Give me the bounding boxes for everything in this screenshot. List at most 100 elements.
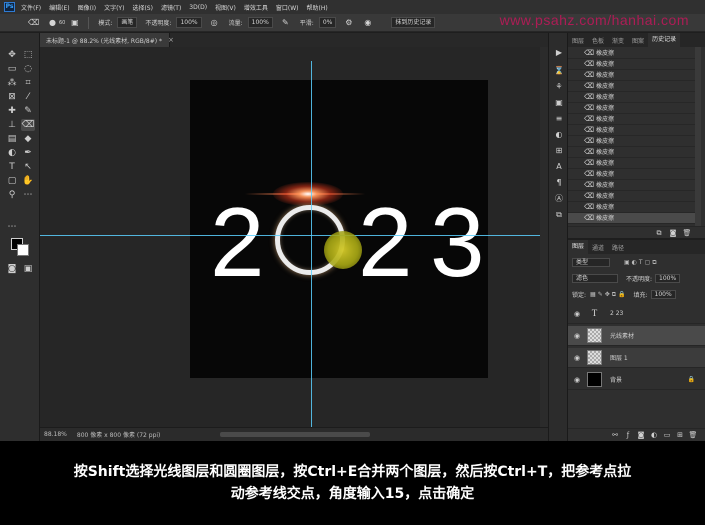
adjustment-layer-icon[interactable]: ◐	[649, 430, 659, 440]
quick-mask-icon[interactable]: ◙	[5, 263, 19, 275]
new-document-from-state-icon[interactable]: ⧉	[654, 228, 664, 238]
history-item[interactable]: ⌫ 橡皮擦	[568, 48, 696, 59]
layer-row-background[interactable]: ◉ 背景 🔒	[568, 370, 705, 390]
canvas-area[interactable]: 2 2 3	[40, 47, 548, 427]
type-tool-icon[interactable]: T	[5, 161, 19, 173]
artboard-tool-icon[interactable]: ⬚	[21, 49, 35, 61]
vertical-scrollbar[interactable]	[540, 47, 548, 427]
history-item[interactable]: ⌫ 橡皮擦	[568, 180, 696, 191]
fill-input[interactable]: 100%	[650, 290, 676, 299]
eraser-tool-icon[interactable]: ⌫	[28, 17, 39, 28]
history-item[interactable]: ⌫ 橡皮擦	[568, 191, 696, 202]
blur-tool-icon[interactable]: ◆	[21, 133, 35, 145]
more-tools-icon[interactable]: ⋯	[21, 189, 35, 201]
menu-plugins[interactable]: 增效工具	[244, 3, 268, 12]
brush-tool-icon[interactable]: ✎	[21, 105, 35, 117]
pressure-opacity-icon[interactable]: ◎	[209, 17, 220, 28]
vertical-guide[interactable]	[311, 61, 312, 427]
airbrush-icon[interactable]: ✎	[280, 17, 291, 28]
layer-kind-filter[interactable]: 类型	[572, 258, 610, 267]
add-mask-icon[interactable]: ◙	[636, 430, 646, 440]
mode-select[interactable]: 画笔	[117, 17, 138, 28]
swatches-icon[interactable]: ⊞	[553, 145, 565, 157]
menu-select[interactable]: 选择(S)	[132, 3, 153, 12]
screen-mode-icon[interactable]: ▣	[21, 263, 35, 275]
menu-window[interactable]: 窗口(W)	[276, 3, 299, 12]
eye-icon[interactable]: ◉	[572, 376, 582, 384]
menu-3d[interactable]: 3D(D)	[189, 4, 207, 11]
history-item[interactable]: ⌫ 橡皮擦	[568, 136, 696, 147]
menu-type[interactable]: 文字(Y)	[104, 3, 124, 12]
tab-layers[interactable]: 图层	[568, 240, 589, 254]
eye-icon[interactable]: ◉	[572, 332, 582, 340]
pen-tool-icon[interactable]: ✒	[21, 147, 35, 159]
move-tool-icon[interactable]: ✥	[5, 49, 19, 61]
zoom-level[interactable]: 88.18%	[44, 431, 67, 438]
horizontal-guide[interactable]	[40, 235, 548, 236]
play-icon[interactable]: ▶	[553, 47, 565, 59]
eraser-tool-icon[interactable]: ⌫	[21, 119, 35, 131]
link-layers-icon[interactable]: ⚯	[610, 430, 620, 440]
lock-icons[interactable]: ▦✎✥⧉🔒	[590, 291, 627, 299]
trash-icon[interactable]: 🗑	[688, 430, 698, 440]
history-item[interactable]: ⌫ 橡皮擦	[568, 202, 696, 213]
history-item[interactable]: ⌫ 橡皮擦	[568, 125, 696, 136]
history-item[interactable]: ⌫ 橡皮擦	[568, 70, 696, 81]
menu-filter[interactable]: 滤镜(T)	[161, 3, 181, 12]
horizontal-scrollbar[interactable]	[220, 432, 370, 437]
hand-tool-icon[interactable]: ✋	[21, 175, 35, 187]
history-item[interactable]: ⌫ 橡皮擦	[568, 81, 696, 92]
document-size-info[interactable]: 800 像素 x 800 像素 (72 ppi)	[77, 430, 161, 439]
glyphs-icon[interactable]: Ⓐ	[553, 193, 565, 205]
actions-icon[interactable]: ▣	[553, 97, 565, 109]
history-scrollbar[interactable]	[695, 47, 701, 227]
tab-swatches[interactable]: 色板	[588, 36, 608, 45]
libraries-icon[interactable]: ⧉	[553, 209, 565, 221]
history-item[interactable]: ⌫ 橡皮擦	[568, 169, 696, 180]
gear-icon[interactable]: ⚙	[343, 17, 354, 28]
history-item[interactable]: ⌫ 橡皮擦	[568, 103, 696, 114]
history-item[interactable]: ⌫ 橡皮擦	[568, 158, 696, 169]
eye-icon[interactable]: ◉	[572, 354, 582, 362]
shape-tool-icon[interactable]: ▢	[5, 175, 19, 187]
history-item[interactable]: ⌫ 橡皮擦	[568, 92, 696, 103]
pressure-size-icon[interactable]: ◉	[362, 17, 373, 28]
menu-image[interactable]: 图像(I)	[78, 3, 96, 12]
frame-tool-icon[interactable]: ⊠	[5, 91, 19, 103]
menu-file[interactable]: 文件(F)	[21, 3, 41, 12]
menu-edit[interactable]: 编辑(E)	[49, 3, 69, 12]
background-color-swatch[interactable]	[17, 244, 29, 256]
zoom-tool-icon[interactable]: ⚲	[5, 189, 19, 201]
menu-view[interactable]: 视图(V)	[215, 3, 236, 12]
tab-layers-comp[interactable]: 图层	[568, 36, 588, 45]
opacity-input[interactable]: 100%	[176, 17, 202, 28]
lasso-tool-icon[interactable]: ◌	[21, 63, 35, 75]
menu-help[interactable]: 帮助(H)	[306, 3, 327, 12]
history-item[interactable]: ⌫ 橡皮擦	[568, 147, 696, 158]
layer-row-layer-1[interactable]: ◉ 图层 1	[568, 348, 705, 368]
brush-preset-icon[interactable]: ●	[47, 17, 58, 28]
history-item-current[interactable]: ⌫ 橡皮擦	[568, 213, 696, 224]
snapshot-camera-icon[interactable]: ◙	[668, 228, 678, 238]
blend-mode-select[interactable]: 滤色	[572, 274, 618, 283]
reference-point-marker[interactable]	[324, 231, 362, 269]
tab-patterns[interactable]: 图案	[628, 36, 648, 45]
layer-opacity-input[interactable]: 100%	[655, 274, 681, 283]
flow-input[interactable]: 100%	[247, 17, 273, 28]
eye-icon[interactable]: ◉	[572, 310, 582, 318]
erase-to-history-checkbox[interactable]: 抹到历史记录	[391, 17, 436, 28]
history-item[interactable]: ⌫ 橡皮擦	[568, 114, 696, 125]
group-folder-icon[interactable]: ▭	[662, 430, 672, 440]
character-icon[interactable]: A	[553, 161, 565, 173]
crop-tool-icon[interactable]: ⌗	[21, 77, 35, 89]
clone-stamp-tool-icon[interactable]: ⊥	[5, 119, 19, 131]
tab-paths[interactable]: 路径	[608, 243, 628, 252]
tab-gradients[interactable]: 渐变	[608, 36, 628, 45]
smoothing-input[interactable]: 0%	[318, 17, 337, 28]
properties-icon[interactable]: ≡	[553, 113, 565, 125]
eyedropper-tool-icon[interactable]: ⁄	[21, 91, 35, 103]
document-tab[interactable]: 未标题-1 @ 88.2% (光线素材, RGB/8#) * ×	[40, 33, 174, 47]
edit-toolbar-icon[interactable]: ⋯	[5, 221, 19, 233]
marquee-tool-icon[interactable]: ▭	[5, 63, 19, 75]
layer-row-light-material[interactable]: ◉ 光线素材	[568, 326, 705, 346]
